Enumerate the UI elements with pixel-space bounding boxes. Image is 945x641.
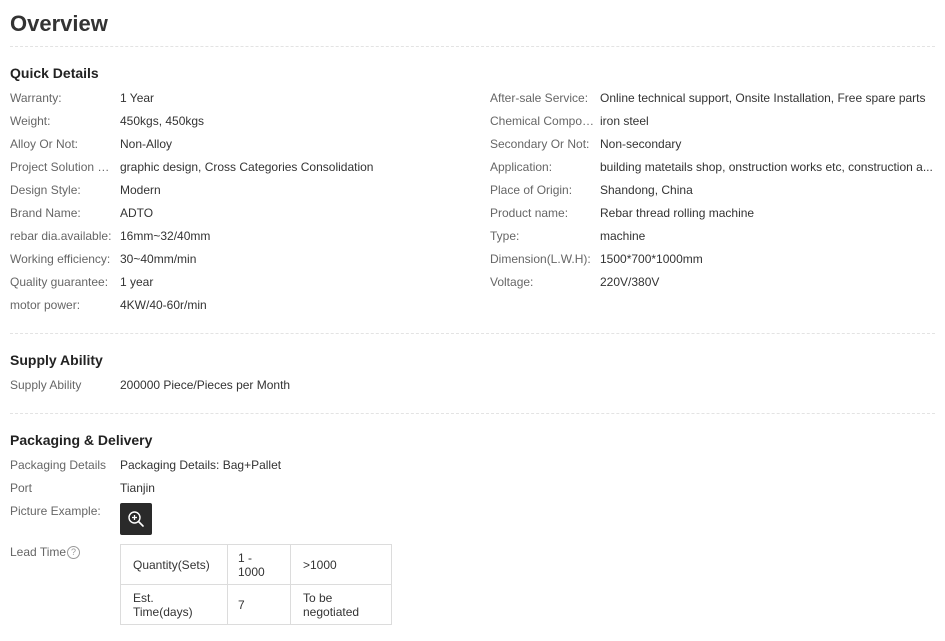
detail-label: motor power: bbox=[10, 298, 81, 312]
table-cell: To be negotiated bbox=[290, 584, 392, 625]
detail-value: machine bbox=[600, 229, 646, 243]
detail-value: Modern bbox=[120, 183, 161, 197]
detail-value: Online technical support, Onsite Install… bbox=[600, 91, 926, 105]
detail-row: Product name: Rebar thread rolling machin… bbox=[490, 203, 935, 226]
detail-row: Dimension(L.W.H): 1500*700*1000mm bbox=[490, 249, 935, 272]
detail-row: Voltage: 220V/380V bbox=[490, 272, 935, 295]
detail-value: 16mm~32/40mm bbox=[120, 229, 211, 243]
detail-label: Secondary Or Not: bbox=[490, 137, 590, 151]
picture-example-label: Picture Example: bbox=[10, 504, 101, 518]
detail-value[interactable]: building matetails shop, onstruction wor… bbox=[600, 157, 935, 177]
supply-ability-section: Supply Ability 200000 Piece/Pieces per Mo… bbox=[10, 375, 610, 398]
detail-value: Rebar thread rolling machine bbox=[600, 206, 755, 220]
detail-label: Type: bbox=[490, 229, 520, 243]
quick-details-right-column: After-sale Service: Online technical supp… bbox=[490, 88, 935, 295]
packaging-section: Packaging Details Packaging Details: Bag+… bbox=[10, 455, 610, 535]
detail-row: Chemical Composi... iron steel bbox=[490, 111, 935, 134]
picture-example-thumbnail[interactable] bbox=[120, 503, 152, 535]
detail-label[interactable]: Project Solution Ca... bbox=[10, 157, 118, 177]
detail-value: Non-Alloy bbox=[120, 137, 173, 151]
detail-value: 4KW/40-60r/min bbox=[120, 298, 207, 312]
detail-row: Quality guarantee: 1 year bbox=[10, 272, 470, 295]
help-icon[interactable]: ? bbox=[67, 546, 81, 560]
detail-value: 30~40mm/min bbox=[120, 252, 197, 266]
detail-value: 450kgs, 450kgs bbox=[120, 114, 205, 128]
detail-label: Product name: bbox=[490, 206, 569, 220]
packaging-details-value: Packaging Details: Bag+Pallet bbox=[120, 458, 282, 472]
supply-ability-label: Supply Ability bbox=[10, 378, 82, 392]
detail-row: rebar dia.available: 16mm~32/40mm bbox=[10, 226, 470, 249]
detail-value: Non-secondary bbox=[600, 137, 682, 151]
detail-label: Warranty: bbox=[10, 91, 62, 105]
detail-row: Weight: 450kgs, 450kgs bbox=[10, 111, 470, 134]
detail-label: Application: bbox=[490, 160, 553, 174]
detail-label: After-sale Service: bbox=[490, 91, 589, 105]
detail-row: After-sale Service: Online technical supp… bbox=[490, 88, 935, 111]
detail-row: motor power: 4KW/40-60r/min bbox=[10, 295, 470, 318]
detail-row: Warranty: 1 Year bbox=[10, 88, 470, 111]
lead-time-label: Lead Time bbox=[10, 545, 67, 559]
detail-label: rebar dia.available: bbox=[10, 229, 112, 243]
quick-details-left-column: Warranty: 1 Year Weight: 450kgs, 450kgs Al… bbox=[10, 88, 470, 318]
detail-value: graphic design, Cross Categories Consoli… bbox=[120, 160, 374, 174]
table-cell: >1000 bbox=[290, 544, 392, 585]
packaging-details-label: Packaging Details bbox=[10, 458, 107, 472]
detail-label: Brand Name: bbox=[10, 206, 81, 220]
lead-time-table: Quantity(Sets) 1 - 1000 >1000 Est. Time(… bbox=[120, 544, 392, 625]
detail-label: Weight: bbox=[10, 114, 51, 128]
detail-label: Place of Origin: bbox=[490, 183, 573, 197]
supply-ability-heading: Supply Ability bbox=[10, 352, 103, 368]
detail-label: Dimension(L.W.H): bbox=[490, 252, 591, 266]
detail-value: 220V/380V bbox=[600, 275, 660, 289]
supply-ability-value: 200000 Piece/Pieces per Month bbox=[120, 378, 291, 392]
detail-value: 1 Year bbox=[120, 91, 155, 105]
detail-label[interactable]: Chemical Composi... bbox=[490, 111, 598, 131]
detail-row: Working efficiency: 30~40mm/min bbox=[10, 249, 470, 272]
table-cell: 7 bbox=[227, 584, 291, 625]
table-row: Quantity(Sets) 1 - 1000 >1000 bbox=[120, 544, 392, 585]
detail-row: Alloy Or Not: Non-Alloy bbox=[10, 134, 470, 157]
port-value: Tianjin bbox=[120, 481, 155, 495]
detail-value: Shandong, China bbox=[600, 183, 693, 197]
divider bbox=[10, 333, 935, 334]
detail-label: Alloy Or Not: bbox=[10, 137, 79, 151]
detail-row: Supply Ability 200000 Piece/Pieces per Mo… bbox=[10, 375, 610, 398]
detail-label: Working efficiency: bbox=[10, 252, 111, 266]
detail-value: 1 year bbox=[120, 275, 154, 289]
page-title: Overview bbox=[10, 11, 108, 36]
port-label: Port bbox=[10, 481, 33, 495]
detail-value: 1500*700*1000mm bbox=[600, 252, 703, 266]
detail-row: Brand Name: ADTO bbox=[10, 203, 470, 226]
detail-row: Picture Example: bbox=[10, 501, 610, 535]
detail-row: Application: building matetails shop, ons… bbox=[490, 157, 935, 180]
detail-label: Voltage: bbox=[490, 275, 534, 289]
detail-row: Secondary Or Not: Non-secondary bbox=[490, 134, 935, 157]
detail-row: Place of Origin: Shandong, China bbox=[490, 180, 935, 203]
detail-row: Packaging Details Packaging Details: Bag+… bbox=[10, 455, 610, 478]
lead-time-label-wrap: Lead Time? bbox=[10, 544, 81, 560]
packaging-delivery-heading: Packaging & Delivery bbox=[10, 432, 153, 448]
detail-row: Project Solution Ca... graphic design, Cr… bbox=[10, 157, 470, 180]
zoom-in-icon bbox=[128, 511, 144, 527]
quick-details-heading: Quick Details bbox=[10, 65, 99, 81]
divider bbox=[10, 413, 935, 414]
table-cell: Est. Time(days) bbox=[120, 584, 228, 625]
detail-label: Quality guarantee: bbox=[10, 275, 109, 289]
detail-row: Design Style: Modern bbox=[10, 180, 470, 203]
detail-value: iron steel bbox=[600, 114, 649, 128]
table-row: Est. Time(days) 7 To be negotiated bbox=[120, 584, 392, 625]
detail-value: ADTO bbox=[120, 206, 154, 220]
table-cell: 1 - 1000 bbox=[227, 544, 291, 585]
detail-label: Design Style: bbox=[10, 183, 81, 197]
detail-row: Port Tianjin bbox=[10, 478, 610, 501]
divider bbox=[10, 46, 935, 47]
detail-row: Type: machine bbox=[490, 226, 935, 249]
table-cell: Quantity(Sets) bbox=[120, 544, 228, 585]
